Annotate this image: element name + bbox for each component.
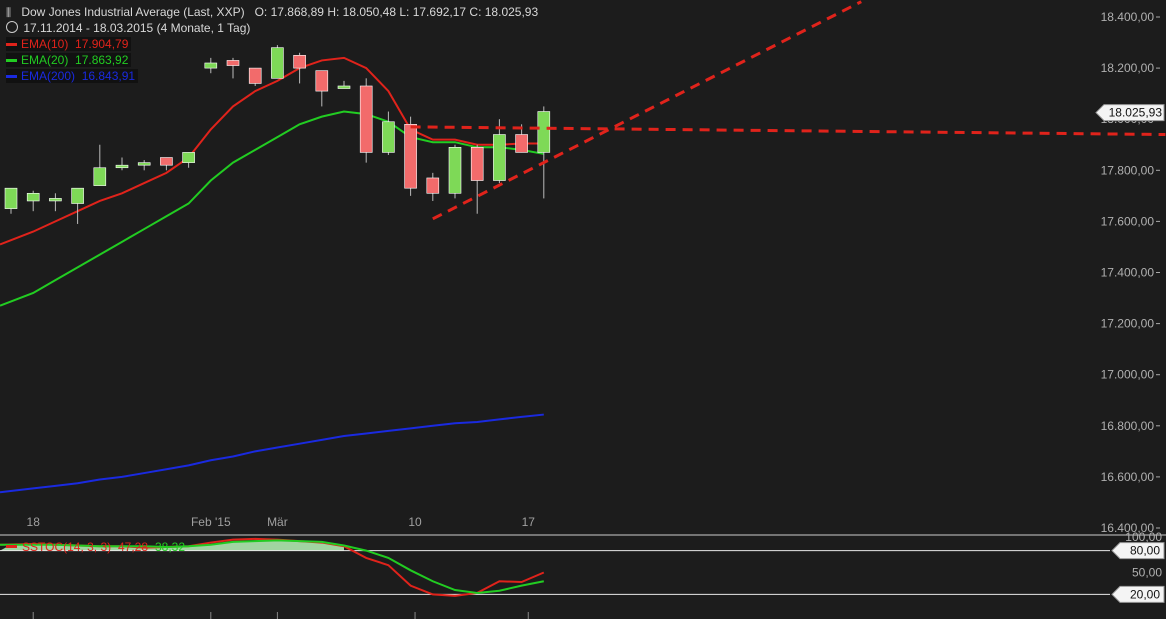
ohlc-values: O: 17.868,89 H: 18.050,48 L: 17.692,17 C… [254, 5, 539, 19]
candle-body [49, 198, 62, 202]
candle-body [271, 47, 284, 79]
y-tick-label: 17.000,00 [1101, 368, 1155, 382]
candle-body [359, 85, 373, 153]
sstoc-swatch [6, 545, 17, 548]
legend-value: 17.904,79 [75, 37, 129, 51]
trendline-1 [410, 125, 1166, 137]
candle-body [404, 124, 417, 189]
clock-icon [6, 21, 18, 33]
x-tick-label: 10 [408, 515, 422, 529]
legend-ema200[interactable]: EMA(200) 16.843,91 [6, 69, 139, 83]
chart-title: Dow Jones Industrial Average (Last, XXP) [21, 5, 245, 19]
candle-body [226, 60, 240, 66]
candle-body [93, 167, 107, 186]
candle-body [493, 134, 506, 181]
candle-body [448, 147, 462, 194]
ema10-swatch [6, 43, 17, 47]
x-tick-label: Feb '15 [191, 515, 231, 529]
osc-band-label: 80,00 [1130, 544, 1160, 558]
period-row: 17.11.2014 - 18.03.2015 (4 Monate, 1 Tag… [6, 21, 250, 35]
candle-body [382, 121, 395, 153]
candle-body [248, 67, 262, 84]
osc-band-label: 20,00 [1130, 587, 1160, 601]
legend-value: 16.843,91 [81, 69, 136, 83]
candle-body [315, 70, 329, 92]
x-tick-label: 18 [27, 515, 41, 529]
bar-chart-icon: ⫼ [6, 7, 12, 19]
sstoc-legend-value-k: 47,28 [118, 540, 148, 554]
series-line-ema200 [0, 413, 544, 494]
trendline-0 [432, 0, 862, 221]
y-tick-label: 16.600,00 [1101, 470, 1155, 484]
period-text: 17.11.2014 - 18.03.2015 (4 Monate, 1 Tag… [23, 21, 251, 35]
candle-body [470, 147, 484, 181]
legend-value: 17.863,92 [75, 53, 129, 67]
y-tick-label: 17.200,00 [1101, 317, 1155, 331]
candle-body [182, 152, 195, 163]
y-tick-label: 18.400,00 [1101, 10, 1155, 24]
osc-y-label: 100,00 [1125, 530, 1162, 544]
y-tick-label: 17.600,00 [1101, 214, 1155, 228]
candle-body [160, 157, 173, 166]
candle-body [115, 164, 129, 169]
y-tick-label: 18.200,00 [1101, 61, 1155, 75]
sstoc-legend-label: SSTOC(14, 3, 3) [22, 540, 111, 554]
price-chart[interactable]: 18.400,0018.200,0018.000,0017.800,0017.6… [0, 0, 1166, 619]
candle-body [137, 162, 151, 166]
legend-ema10[interactable]: EMA(10) 17.904,79 [6, 37, 132, 51]
x-tick-label: 17 [522, 515, 536, 529]
x-tick-label: Mär [267, 515, 288, 529]
legend-label: EMA(20) [21, 53, 69, 67]
last-price-label: 18.025,93 [1109, 106, 1163, 120]
legend-label: EMA(10) [21, 37, 69, 51]
y-tick-label: 17.400,00 [1101, 266, 1155, 280]
candle-body [204, 62, 218, 69]
osc-y-label: 50,00 [1132, 566, 1162, 580]
candle-body [4, 187, 18, 209]
y-tick-label: 17.800,00 [1101, 163, 1155, 177]
candle-body [293, 55, 306, 69]
candle-body [537, 111, 551, 153]
candle-body [515, 134, 528, 153]
chart-header: ⫼ Dow Jones Industrial Average (Last, XX… [6, 5, 538, 20]
sstoc-legend-value-d: 38,32 [155, 540, 185, 554]
candle-body [426, 177, 440, 194]
legend-label: EMA(200) [21, 69, 76, 83]
series-line-ema10 [0, 56, 544, 246]
y-tick-label: 16.800,00 [1101, 419, 1155, 433]
candle-body [71, 187, 84, 204]
candle-body [26, 192, 40, 202]
candle-body [337, 85, 351, 89]
legend-ema20[interactable]: EMA(20) 17.863,92 [6, 53, 132, 67]
ema20-swatch [6, 59, 17, 63]
ema200-swatch [6, 75, 17, 79]
